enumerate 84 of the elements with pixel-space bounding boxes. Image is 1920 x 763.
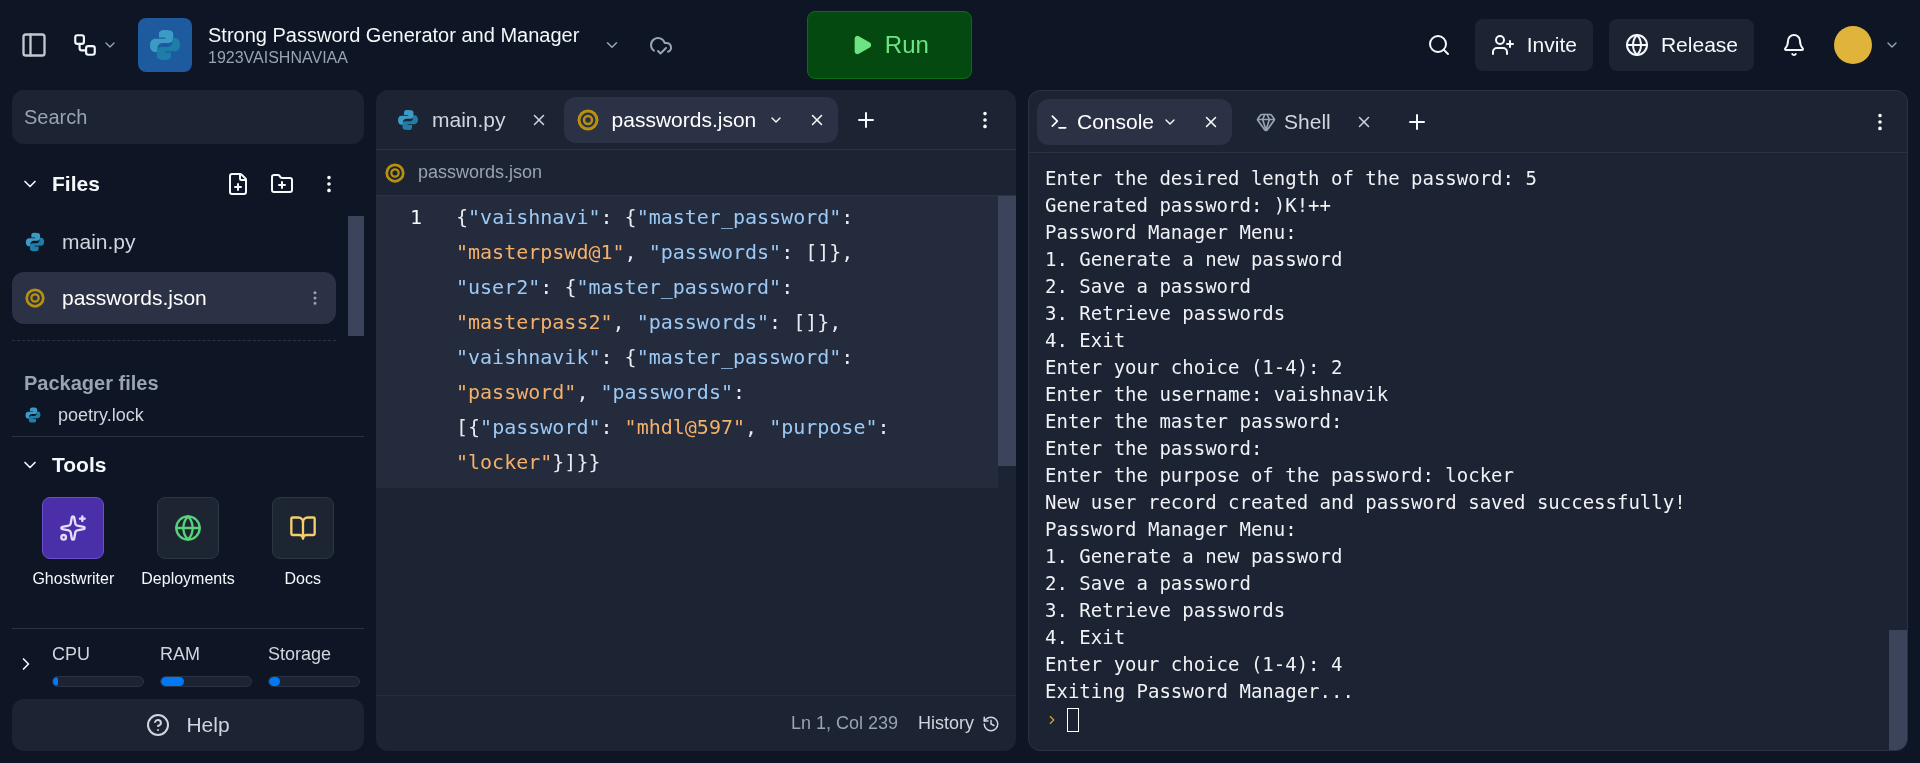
code-line: "user2": {"master_password": [456, 274, 795, 301]
section-title: Files [52, 171, 101, 198]
console-line: 4. Exit [1045, 625, 1127, 650]
tool-label[interactable]: Docs [284, 566, 321, 591]
invite-button[interactable]: Invite [1474, 19, 1593, 71]
python-icon [396, 107, 420, 132]
code-line: [{"password": "mhdl@597", "purpose": [456, 414, 890, 441]
ghostwriter-tile[interactable] [42, 496, 105, 559]
file-item[interactable]: main.py [12, 216, 336, 268]
help-icon [146, 713, 171, 737]
json-icon [24, 287, 46, 309]
tool-label[interactable]: Ghostwriter [32, 566, 115, 591]
console-line: Password Manager Menu: [1045, 517, 1298, 542]
code-line: "vaishnavik": {"master_password": [456, 344, 855, 371]
console-line: Exiting Password Manager... [1045, 679, 1355, 704]
cursor-position: Ln 1, Col 239 [790, 712, 898, 735]
section-title: Tools [52, 452, 107, 478]
console-line: Password Manager Menu: [1045, 220, 1298, 245]
console-line: 3. Retrieve passwords [1045, 301, 1287, 326]
history-button[interactable]: History [918, 710, 1000, 737]
console-line: Enter the master password: [1045, 409, 1344, 434]
json-icon [575, 107, 600, 132]
text-cursor [1067, 708, 1079, 732]
sparkle-icon [59, 513, 88, 542]
console-line: New user record created and password saved successfully! [1045, 490, 1687, 515]
project-owner[interactable]: 1923VAISHNAVIAA [208, 47, 580, 68]
python-icon [24, 406, 42, 424]
console-line: 2. Save a password [1045, 571, 1252, 596]
tool-label[interactable]: Deployments [141, 566, 235, 591]
console-tab[interactable]: Console [1037, 98, 1233, 145]
section-title: Packager files [23, 371, 160, 396]
project-title[interactable]: Strong Password Generator and Manager [208, 22, 580, 48]
editor-tab[interactable]: main.py [384, 96, 560, 143]
console-tab[interactable]: Shell [1244, 98, 1385, 145]
user-plus-icon [1490, 33, 1515, 57]
book-icon [288, 513, 317, 542]
console-line: Enter the username: vaishnavik [1045, 382, 1390, 407]
search-field[interactable]: Search [12, 90, 364, 144]
code-line: {"vaishnavi": {"master_password": [456, 204, 855, 231]
console-line: 3. Retrieve passwords [1045, 598, 1287, 623]
breadcrumb[interactable]: passwords.json [418, 159, 543, 186]
console-line: Enter your choice (1-4): 4 [1045, 652, 1344, 677]
python-icon [147, 27, 183, 63]
new-file-icon[interactable] [226, 172, 250, 196]
globe-icon [174, 513, 202, 542]
console-line: 1. Generate a new password [1045, 544, 1344, 569]
console-line: 1. Generate a new password [1045, 247, 1344, 272]
console-line: Enter the desired length of the password: 5 [1045, 166, 1538, 191]
release-button[interactable]: Release [1608, 19, 1754, 71]
code-line: "locker"}]}} [456, 449, 602, 476]
sidebar-toggle-icon[interactable] [20, 31, 48, 59]
console-line: 4. Exit [1045, 328, 1127, 353]
code-line: "masterpass2", "passwords": []}, [456, 309, 843, 336]
meter-label: RAM [160, 643, 201, 666]
scrollbar[interactable] [1889, 630, 1907, 750]
editor-tab[interactable]: passwords.json [563, 96, 839, 143]
new-folder-icon[interactable] [270, 172, 294, 196]
console-line: Enter your choice (1-4): 2 [1045, 355, 1344, 380]
console-line: Enter the password: [1045, 436, 1264, 461]
json-icon [384, 161, 406, 184]
console-line: Enter the purpose of the password: locker [1045, 463, 1515, 488]
globe-icon [1624, 33, 1649, 57]
scrollbar[interactable] [348, 216, 364, 336]
meter-label: CPU [52, 643, 91, 666]
avatar[interactable] [1834, 26, 1872, 64]
shell-icon [1256, 111, 1277, 132]
deployments-tile[interactable] [157, 496, 219, 559]
nodes-icon [72, 32, 98, 58]
code-line: "password", "passwords": [456, 379, 746, 406]
file-item[interactable]: passwords.json [12, 272, 336, 324]
help-button[interactable]: Help [12, 699, 364, 751]
console-line: 2. Save a password [1045, 274, 1252, 299]
file-item[interactable]: poetry.lock [12, 398, 364, 432]
line-number: 1 [408, 204, 423, 231]
meter-label: Storage [268, 643, 333, 666]
history-icon [982, 714, 1000, 733]
code-line: "masterpswd@1", "passwords": []}, [456, 239, 855, 266]
scrollbar[interactable] [998, 196, 1016, 466]
python-icon [24, 231, 46, 253]
run-button[interactable]: Run [807, 11, 973, 79]
console-line: Generated password: )K!++ [1045, 193, 1332, 218]
search-icon[interactable] [1426, 33, 1451, 57]
bell-icon[interactable] [1782, 33, 1806, 57]
docs-tile[interactable] [271, 496, 334, 559]
